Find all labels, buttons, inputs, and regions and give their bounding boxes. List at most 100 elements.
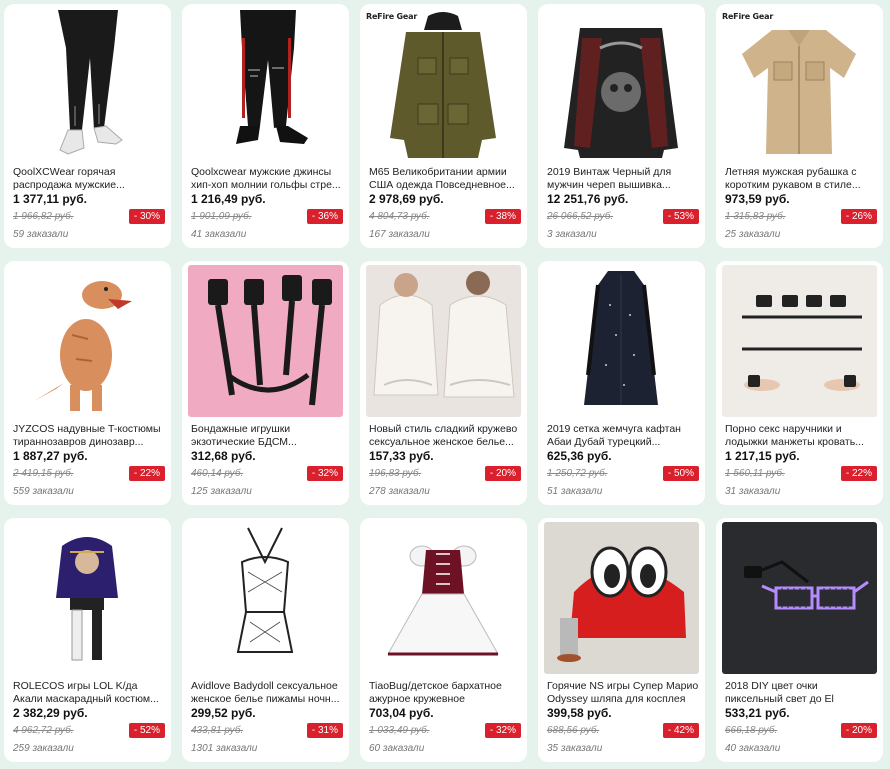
orders-count: 59 заказали	[13, 229, 69, 240]
product-image-ripped-jeans[interactable]	[188, 8, 343, 160]
product-card[interactable]: Порно секс наручники и лодыжки манжеты к…	[716, 261, 883, 505]
discount-badge: - 22%	[840, 466, 877, 481]
product-image-black-straps[interactable]	[188, 265, 343, 417]
product-title[interactable]: Avidlove Badydoll сексуальное женское бе…	[191, 680, 343, 705]
product-price: 1 887,27 руб.	[13, 449, 88, 463]
old-price: 1 901,09 руб.	[191, 211, 252, 222]
product-title[interactable]: 2019 Винтаж Черный для мужчин череп выши…	[547, 166, 699, 191]
product-card[interactable]: 2019 сетка жемчуга кафтан Абаи Дубай тур…	[538, 261, 705, 505]
product-image-restraint-set[interactable]	[722, 265, 877, 417]
product-image-lace-bodysuit[interactable]	[188, 522, 343, 674]
product-title[interactable]: Горячие NS игры Супер Марио Odyssey шляп…	[547, 680, 699, 705]
discount-badge: - 32%	[306, 466, 343, 481]
product-title[interactable]: M65 Великобритании армии США одежда Повс…	[369, 166, 521, 191]
old-price: 433,81 руб.	[191, 725, 244, 736]
product-card[interactable]: TiaoBug/детское бархатное ажурное кружев…	[360, 518, 527, 762]
discount-badge: - 50%	[662, 466, 699, 481]
product-title[interactable]: Порно секс наручники и лодыжки манжеты к…	[725, 423, 877, 448]
product-price: 299,52 руб.	[191, 706, 256, 720]
product-card[interactable]: JYZCOS надувные T-костюмы тираннозавров …	[4, 261, 171, 505]
product-card[interactable]: Новый стиль сладкий кружево сексуальное …	[360, 261, 527, 505]
old-price: 1 315,83 руб.	[725, 211, 786, 222]
discount-badge: - 22%	[128, 466, 165, 481]
orders-count: 125 заказали	[191, 486, 252, 497]
product-title[interactable]: 2019 сетка жемчуга кафтан Абаи Дубай тур…	[547, 423, 699, 448]
old-price: 460,14 руб.	[191, 468, 244, 479]
orders-count: 167 заказали	[369, 229, 430, 240]
product-image-white-lace[interactable]	[366, 265, 521, 417]
product-image-mario-hat[interactable]	[544, 522, 699, 674]
old-price: 1 966,82 руб.	[13, 211, 74, 222]
orders-count: 40 заказали	[725, 743, 781, 754]
orders-count: 559 заказали	[13, 486, 74, 497]
discount-badge: - 31%	[306, 723, 343, 738]
product-image-ballet-dress[interactable]	[366, 522, 521, 674]
product-title[interactable]: TiaoBug/детское бархатное ажурное кружев…	[369, 680, 521, 705]
product-card[interactable]: QoolXCWear горячая распродажа мужские...…	[4, 4, 171, 248]
product-card[interactable]: Горячие NS игры Супер Марио Odyssey шляп…	[538, 518, 705, 762]
product-image-beige-shirt[interactable]	[722, 8, 877, 160]
product-price: 2 382,29 руб.	[13, 706, 88, 720]
product-price: 1 216,49 руб.	[191, 192, 266, 206]
product-price: 2 978,69 руб.	[369, 192, 444, 206]
product-title[interactable]: 2018 DIY цвет очки пиксельный свет до El…	[725, 680, 877, 705]
discount-badge: - 20%	[840, 723, 877, 738]
product-image-army-jacket[interactable]	[366, 8, 521, 160]
product-title[interactable]: Летняя мужская рубашка с коротким рукаво…	[725, 166, 877, 191]
product-price: 399,58 руб.	[547, 706, 612, 720]
old-price: 666,18 руб.	[725, 725, 778, 736]
orders-count: 278 заказали	[369, 486, 430, 497]
product-price: 312,68 руб.	[191, 449, 256, 463]
product-image-leather-jacket[interactable]	[544, 8, 699, 160]
discount-badge: - 20%	[484, 466, 521, 481]
product-price: 625,36 руб.	[547, 449, 612, 463]
brand-logo: ReFire Gear	[366, 12, 418, 21]
old-price: 26 066,52 руб.	[547, 211, 614, 222]
discount-badge: - 30%	[128, 209, 165, 224]
product-price: 973,59 руб.	[725, 192, 790, 206]
product-card[interactable]: Бондажные игрушки экзотические БДСМ... 3…	[182, 261, 349, 505]
product-image-dinosaur-costume[interactable]	[10, 265, 165, 417]
old-price: 1 560,11 руб.	[725, 468, 785, 479]
product-card[interactable]: ReFire Gear M65 Великобритании армии США…	[360, 4, 527, 248]
product-card[interactable]: 2019 Винтаж Черный для мужчин череп выши…	[538, 4, 705, 248]
orders-count: 3 заказали	[547, 229, 597, 240]
discount-badge: - 53%	[662, 209, 699, 224]
orders-count: 51 заказали	[547, 486, 603, 497]
product-image-led-glasses[interactable]	[722, 522, 877, 674]
old-price: 4 962,72 руб.	[13, 725, 74, 736]
orders-count: 35 заказали	[547, 743, 603, 754]
product-card[interactable]: ROLECOS игры LOL K/да Акали маскарадный …	[4, 518, 171, 762]
product-card[interactable]: 2018 DIY цвет очки пиксельный свет до El…	[716, 518, 883, 762]
product-title[interactable]: Qoolxcwear мужские джинсы хип-хоп молнии…	[191, 166, 343, 191]
product-title[interactable]: JYZCOS надувные T-костюмы тираннозавров …	[13, 423, 165, 448]
orders-count: 1301 заказали	[191, 743, 258, 754]
product-card[interactable]: ReFire Gear Летняя мужская рубашка с кор…	[716, 4, 883, 248]
product-title[interactable]: Новый стиль сладкий кружево сексуальное …	[369, 423, 521, 448]
product-title[interactable]: ROLECOS игры LOL K/да Акали маскарадный …	[13, 680, 165, 705]
product-title[interactable]: Бондажные игрушки экзотические БДСМ...	[191, 423, 343, 448]
discount-badge: - 36%	[306, 209, 343, 224]
product-image-black-jeans[interactable]	[10, 8, 165, 160]
discount-badge: - 42%	[662, 723, 699, 738]
product-title[interactable]: QoolXCWear горячая распродажа мужские...	[13, 166, 165, 191]
product-card[interactable]: Avidlove Badydoll сексуальное женское бе…	[182, 518, 349, 762]
old-price: 196,83 руб.	[369, 468, 422, 479]
product-price: 12 251,76 руб.	[547, 192, 629, 206]
product-image-cosplay-costume[interactable]	[10, 522, 165, 674]
old-price: 1 033,49 руб.	[369, 725, 430, 736]
product-price: 703,04 руб.	[369, 706, 434, 720]
old-price: 688,56 руб.	[547, 725, 600, 736]
orders-count: 25 заказали	[725, 229, 781, 240]
old-price: 1 250,72 руб.	[547, 468, 608, 479]
product-price: 157,33 руб.	[369, 449, 434, 463]
product-card[interactable]: Qoolxcwear мужские джинсы хип-хоп молнии…	[182, 4, 349, 248]
orders-count: 41 заказали	[191, 229, 247, 240]
discount-badge: - 32%	[484, 723, 521, 738]
product-price: 1 377,11 руб.	[13, 192, 87, 206]
product-price: 533,21 руб.	[725, 706, 790, 720]
product-image-black-kaftan[interactable]	[544, 265, 699, 417]
discount-badge: - 26%	[840, 209, 877, 224]
discount-badge: - 38%	[484, 209, 521, 224]
orders-count: 31 заказали	[725, 486, 781, 497]
